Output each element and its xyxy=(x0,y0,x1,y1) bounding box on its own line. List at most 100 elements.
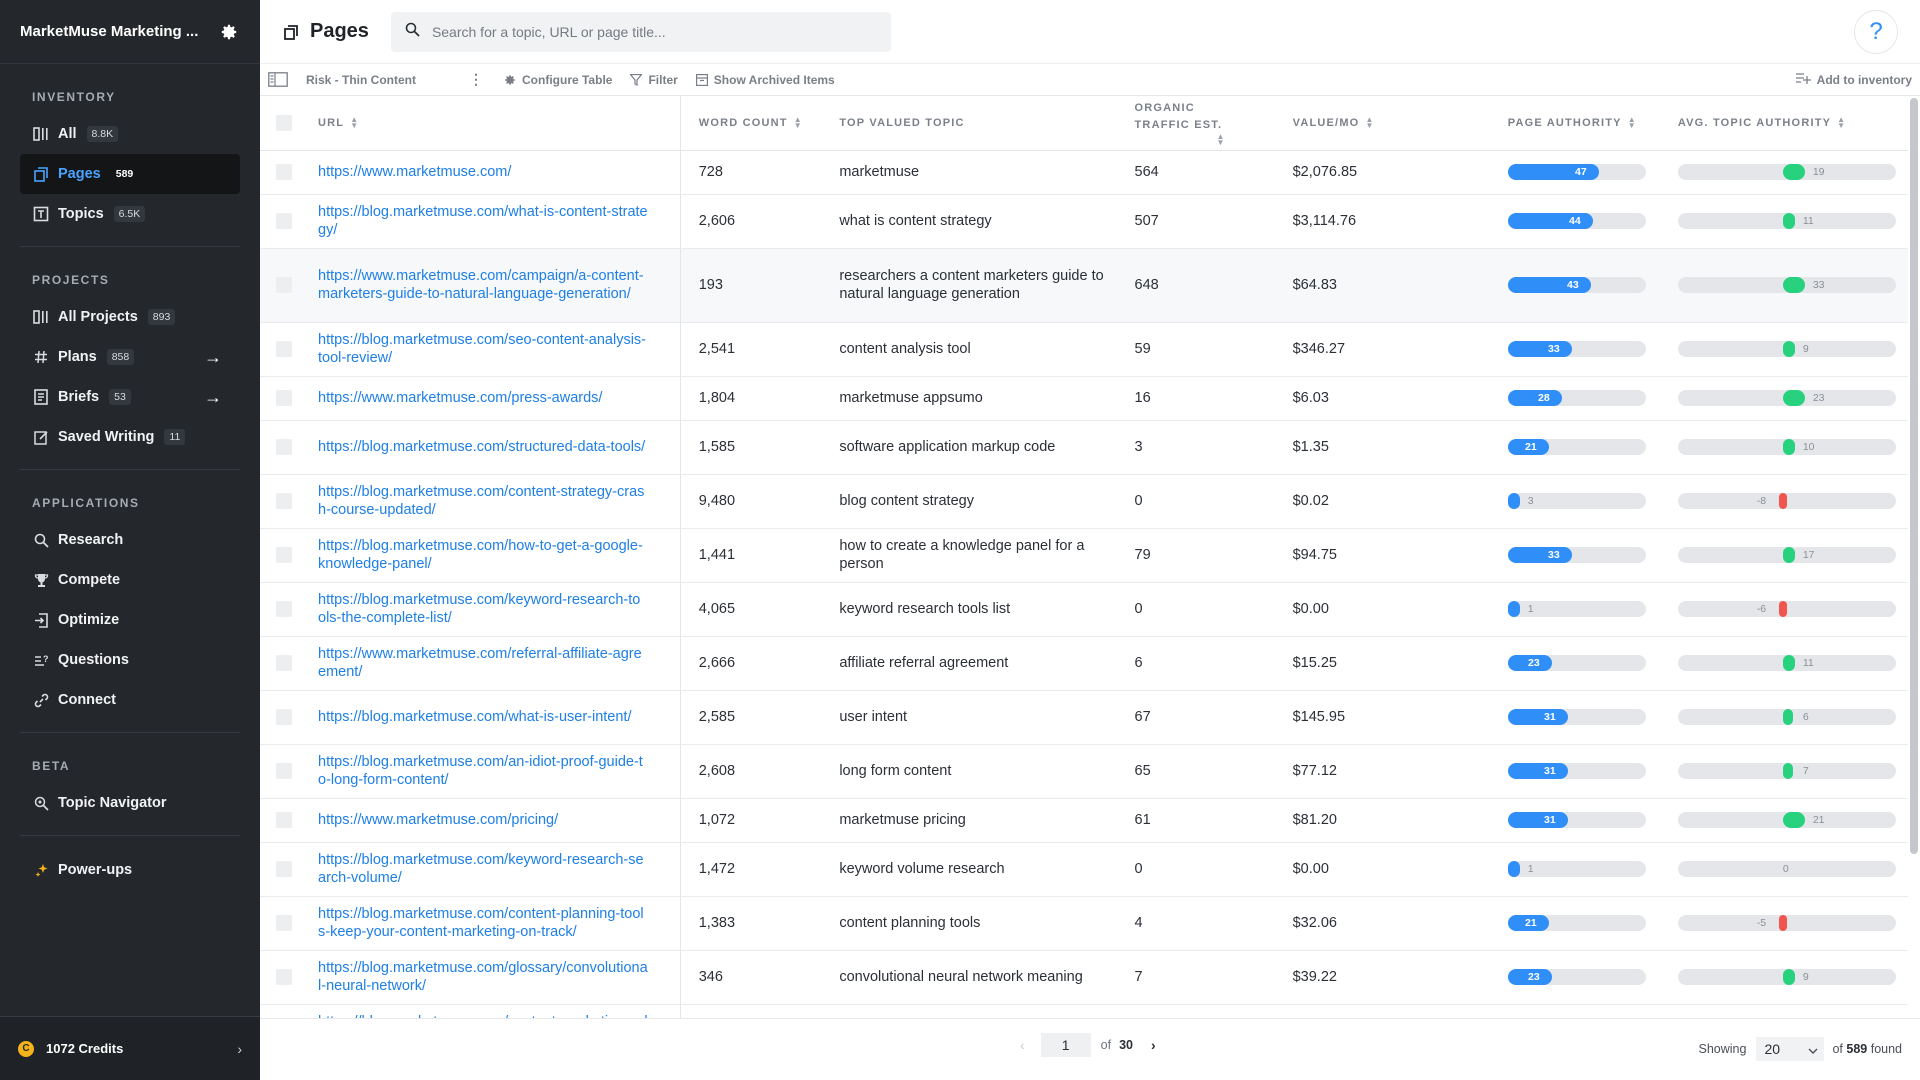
row-checkbox[interactable] xyxy=(276,915,292,931)
page-size-select[interactable]: 20 xyxy=(1756,1037,1825,1061)
page-url-link[interactable]: https://blog.marketmuse.com/keyword-rese… xyxy=(318,851,648,887)
table-row[interactable]: https://blog.marketmuse.com/an-idiot-pro… xyxy=(260,744,1908,799)
more-options-icon[interactable]: ⋮ xyxy=(466,71,486,88)
row-checkbox[interactable] xyxy=(276,341,292,357)
search-box[interactable] xyxy=(390,11,891,52)
table-row[interactable]: https://www.marketmuse.com/728 marketmuse… xyxy=(260,150,1908,195)
show-archived-button[interactable]: Show Archived Items xyxy=(695,73,835,87)
gear-icon[interactable] xyxy=(218,21,240,43)
sidebar-item-plans[interactable]: Plans 858 → xyxy=(20,337,240,377)
table-row[interactable]: https://blog.marketmuse.com/keyword-rese… xyxy=(260,842,1908,897)
chevron-right-icon[interactable]: › xyxy=(237,1041,242,1057)
row-checkbox[interactable] xyxy=(276,812,292,828)
sort-icon[interactable]: ▲ ▼ xyxy=(1217,132,1226,146)
sidebar-item-topics[interactable]: Topics 6.5K xyxy=(20,194,240,234)
page-url-link[interactable]: https://blog.marketmuse.com/what-is-user… xyxy=(318,708,648,726)
row-checkbox[interactable] xyxy=(276,601,292,617)
table-row[interactable]: https://www.marketmuse.com/pricing/1,072… xyxy=(260,798,1908,843)
table-row[interactable]: https://blog.marketmuse.com/seo-content-… xyxy=(260,322,1908,377)
row-checkbox[interactable] xyxy=(276,763,292,779)
credits-footer[interactable]: C 1072 Credits › xyxy=(0,1016,260,1080)
row-checkbox[interactable] xyxy=(276,969,292,985)
sidebar-item-optimize[interactable]: Optimize xyxy=(20,600,240,640)
row-checkbox[interactable] xyxy=(276,439,292,455)
table-row[interactable]: https://www.marketmuse.com/campaign/a-co… xyxy=(260,248,1908,323)
sort-icon[interactable]: ▲ ▼ xyxy=(1365,115,1374,129)
page-url-link[interactable]: https://blog.marketmuse.com/content-plan… xyxy=(318,905,648,941)
column-header-traffic[interactable]: ORGANIC TRAFFIC EST.▲ ▼ xyxy=(1134,96,1293,151)
filter-button[interactable]: Filter xyxy=(630,73,678,87)
row-checkbox[interactable] xyxy=(276,655,292,671)
select-all-checkbox[interactable] xyxy=(276,114,292,131)
column-header-word-count[interactable]: WORD COUNT ▲ ▼ xyxy=(680,96,840,151)
help-button[interactable]: ? xyxy=(1854,10,1898,54)
sidebar-item-compete[interactable]: Compete xyxy=(20,560,240,600)
page-url-link[interactable]: https://blog.marketmuse.com/content-stra… xyxy=(318,483,648,519)
sidebar-item-all-projects[interactable]: All Projects 893 xyxy=(20,297,240,337)
page-url-link[interactable]: https://blog.marketmuse.com/glossary/con… xyxy=(318,959,648,995)
row-checkbox[interactable] xyxy=(276,709,292,725)
arrow-right-icon[interactable]: → xyxy=(204,387,222,408)
configure-table-button[interactable]: Configure Table xyxy=(504,73,612,87)
table-row[interactable]: https://blog.marketmuse.com/how-to-get-a… xyxy=(260,528,1908,583)
row-checkbox[interactable] xyxy=(276,547,292,563)
row-checkbox[interactable] xyxy=(276,390,292,406)
page-url-link[interactable]: https://www.marketmuse.com/referral-affi… xyxy=(318,645,648,681)
column-header-url[interactable]: URL ▲ ▼ xyxy=(300,96,681,151)
table-row[interactable]: https://blog.marketmuse.com/what-is-user… xyxy=(260,690,1908,745)
arrow-right-icon[interactable]: → xyxy=(204,347,222,368)
sidebar-item-questions[interactable]: ? Questions xyxy=(20,640,240,680)
row-checkbox[interactable] xyxy=(276,164,292,180)
page-url-link[interactable]: https://www.marketmuse.com/press-awards/ xyxy=(318,389,648,407)
avg-topic-authority-value: -8 xyxy=(1756,495,1767,507)
sidebar-item-all[interactable]: All 8.8K xyxy=(20,114,240,154)
page-url-link[interactable]: https://blog.marketmuse.com/seo-content-… xyxy=(318,331,648,367)
table-row[interactable]: https://blog.marketmuse.com/structured-d… xyxy=(260,420,1908,475)
table-row[interactable]: https://blog.marketmuse.com/what-is-cont… xyxy=(260,194,1908,249)
sidebar-item-research[interactable]: Research xyxy=(20,520,240,560)
page-number-input[interactable] xyxy=(1040,1033,1091,1057)
row-checkbox[interactable] xyxy=(276,277,292,293)
avg-topic-authority-value: 11 xyxy=(1802,657,1814,669)
table-row[interactable]: https://blog.marketmuse.com/content-mark… xyxy=(260,1004,1908,1018)
column-header-value[interactable]: VALUE/MO ▲ ▼ xyxy=(1292,96,1508,151)
column-header-top-topic[interactable]: TOP VALUED TOPIC xyxy=(839,96,1135,151)
table-row[interactable]: https://www.marketmuse.com/press-awards/… xyxy=(260,376,1908,421)
view-layout-icon[interactable] xyxy=(268,72,292,87)
table-row[interactable]: https://blog.marketmuse.com/glossary/con… xyxy=(260,950,1908,1005)
sort-icon[interactable]: ▲ ▼ xyxy=(794,115,803,129)
table-row[interactable]: https://blog.marketmuse.com/content-plan… xyxy=(260,896,1908,951)
column-header-avg-topic-authority[interactable]: AVG. TOPIC AUTHORITY ▲ ▼ xyxy=(1677,96,1908,151)
workspace-header[interactable]: MarketMuse Marketing ... xyxy=(0,0,260,64)
page-url-link[interactable]: https://www.marketmuse.com/campaign/a-co… xyxy=(318,267,648,303)
sidebar-item-topic-navigator[interactable]: Topic Navigator xyxy=(20,783,240,823)
sidebar-item-connect[interactable]: Connect xyxy=(20,680,240,720)
page-url-link[interactable]: https://www.marketmuse.com/pricing/ xyxy=(318,811,648,829)
table-row[interactable]: https://blog.marketmuse.com/keyword-rese… xyxy=(260,582,1908,637)
chevron-right-icon[interactable]: › xyxy=(1151,1037,1156,1053)
page-url-link[interactable]: https://blog.marketmuse.com/keyword-rese… xyxy=(318,591,648,627)
sidebar-item-pages[interactable]: Pages 589 xyxy=(20,154,240,194)
search-input[interactable] xyxy=(431,23,872,40)
sort-icon[interactable]: ▲ ▼ xyxy=(1837,115,1846,129)
page-url-link[interactable]: https://blog.marketmuse.com/an-idiot-pro… xyxy=(318,753,648,789)
table-row[interactable]: https://www.marketmuse.com/referral-affi… xyxy=(260,636,1908,691)
saved-view-name[interactable]: Risk - Thin Content xyxy=(306,73,466,87)
page-url-link[interactable]: https://www.marketmuse.com/ xyxy=(318,163,648,181)
row-checkbox[interactable] xyxy=(276,493,292,509)
sort-icon[interactable]: ▲ ▼ xyxy=(350,115,359,129)
column-header-page-authority[interactable]: PAGE AUTHORITY ▲ ▼ xyxy=(1507,96,1678,151)
row-checkbox[interactable] xyxy=(276,213,292,229)
add-to-inventory-button[interactable]: Add to inventory xyxy=(1795,72,1912,87)
row-checkbox[interactable] xyxy=(276,861,292,877)
page-url-link[interactable]: https://blog.marketmuse.com/what-is-cont… xyxy=(318,203,648,239)
page-url-link[interactable]: https://blog.marketmuse.com/structured-d… xyxy=(318,438,648,456)
vertical-scrollbar[interactable] xyxy=(1910,98,1918,854)
sort-icon[interactable]: ▲ ▼ xyxy=(1628,115,1637,129)
sidebar-item-saved-writing[interactable]: Saved Writing 11 xyxy=(20,417,240,457)
sidebar-item-briefs[interactable]: Briefs 53 → xyxy=(20,377,240,417)
page-url-link[interactable]: https://blog.marketmuse.com/how-to-get-a… xyxy=(318,537,648,573)
sidebar-item-power-ups[interactable]: Power-ups xyxy=(20,850,240,890)
table-row[interactable]: https://blog.marketmuse.com/content-stra… xyxy=(260,474,1908,529)
chevron-left-icon[interactable]: ‹ xyxy=(1020,1037,1025,1053)
